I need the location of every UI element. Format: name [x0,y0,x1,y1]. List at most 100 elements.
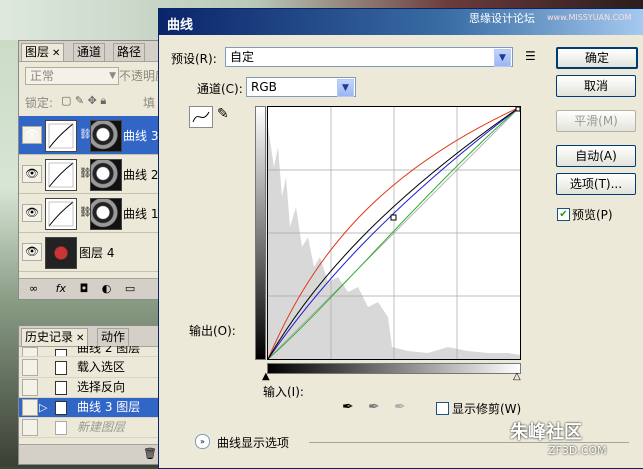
fx-icon[interactable]: fx [56,282,66,295]
history-item[interactable]: 选择反向 [19,378,167,398]
curves-adjustment-icon [45,159,77,191]
ok-button[interactable]: 确定 [556,47,638,69]
tab-paths-label: 路径 [117,45,142,59]
input-gradient [267,363,521,374]
layers-bottom-toolbar: ∞ fx ◘ ◐ ▭ [19,278,167,299]
curve-point-tool[interactable] [189,106,213,128]
curve-control-point[interactable] [390,214,397,221]
snapshot-box[interactable] [22,347,38,356]
title-bar[interactable]: 曲线 思缘设计论坛 www.MISSYUAN.COM [159,9,643,35]
history-panel: 历史记录 ✕ 动作 曲线 2 图层 载入选区 选择反向 ▷ 曲线 3 图层 新建图层… [18,325,168,465]
black-eyedropper-icon[interactable]: ✒ [342,399,354,415]
white-eyedropper-icon[interactable]: ✒ [394,399,406,415]
tab-layers-label: 图层 [25,45,50,59]
layers-tabbar: 图层 ✕ 通道 路径 [19,41,167,62]
history-item-label: 曲线 3 图层 [77,400,141,414]
layer-name: 图层 4 [79,246,115,260]
preview-checkbox[interactable]: ✔ [557,208,570,221]
layer-row[interactable]: 👁︎ ⛓ 曲线 3 [19,116,167,155]
lock-label: 锁定: [25,96,54,110]
history-item-label: 新建图层 [77,420,126,434]
curves-graph[interactable] [267,106,521,360]
history-item[interactable]: 曲线 2 图层 [19,346,167,357]
adjustment-icon[interactable]: ◐ [102,282,112,295]
tab-actions-label: 动作 [101,330,126,344]
layer-row[interactable]: 👁︎ ⛓ 曲线 1 [19,194,167,233]
curves-adjustment-icon [45,198,77,230]
snapshot-box[interactable] [22,379,38,396]
layer-row[interactable]: 👁︎ ⛓ 曲线 2 [19,155,167,194]
layers-panel: 图层 ✕ 通道 路径 正常 ▼ 不透明度 锁定: ▢ ✎ ✥ 🔒︎ 填 👁︎ ⛓ 曲… [18,40,168,300]
curve-endpoint [515,106,521,112]
history-state-icon [55,401,67,415]
eye-icon[interactable]: 👁︎ [22,165,42,183]
channel-value: RGB [251,80,277,94]
layer-name: 曲线 3 [123,129,159,143]
layer-thumbnail [45,237,77,269]
pencil-icon[interactable]: ✎ [217,106,229,122]
options-button[interactable]: 选项(T)... [556,173,636,195]
history-item[interactable]: 载入选区 [19,358,167,378]
history-brush-icon: ▷ [39,401,48,414]
smooth-button[interactable]: 平滑(M) [556,110,636,132]
eye-icon[interactable]: 👁︎ [22,243,42,261]
auto-button[interactable]: 自动(A) [556,145,636,167]
watermark-url: www.MISSYUAN.COM [547,13,632,22]
eye-icon[interactable]: 👁︎ [22,204,42,222]
tab-history-label: 历史记录 [25,330,74,344]
tab-channels[interactable]: 通道 [73,43,106,61]
snapshot-box[interactable] [22,399,38,416]
snapshot-box[interactable] [22,419,38,436]
close-icon[interactable]: ✕ [76,333,84,344]
preset-select[interactable]: 自定 ▼ [225,47,513,67]
history-item[interactable]: ▷ 曲线 3 图层 [19,398,167,418]
dialog-title: 曲线 [167,18,194,33]
history-item-label: 选择反向 [77,380,126,394]
curve-display-options-label[interactable]: 曲线显示选项 [217,434,289,451]
tab-actions[interactable]: 动作 [97,328,130,346]
tab-paths[interactable]: 路径 [113,43,146,61]
fill-label: 填 [143,96,156,110]
eye-icon[interactable]: 👁︎ [22,126,42,144]
history-state-icon [55,421,67,435]
curve-icon [192,111,210,123]
layer-mask-thumbnail[interactable] [90,159,122,191]
show-clipping-label: 显示修剪(W) [452,402,522,416]
chevron-down-icon: ▼ [337,79,354,97]
input-label: 输入(I): [263,385,304,399]
layer-row[interactable]: 👁︎ 图层 4 [19,233,167,272]
folder-icon[interactable]: ▭ [125,282,135,295]
blend-mode-select[interactable]: 正常 ▼ [25,67,119,85]
lock-icons[interactable]: ▢ ✎ ✥ 🔒︎ [61,94,106,108]
history-state-icon [55,381,67,395]
snapshot-box[interactable] [22,359,38,376]
tab-layers[interactable]: 图层 ✕ [21,43,65,61]
expand-chevron-icon[interactable]: » [195,434,210,449]
chevron-down-icon: ▼ [109,71,116,81]
layer-name: 曲线 1 [123,207,159,221]
mask-icon[interactable]: ◘ [80,282,89,295]
history-item[interactable]: 新建图层 [19,418,167,438]
trash-icon[interactable]: 🗑︎ [143,447,157,460]
layer-mask-thumbnail[interactable] [90,198,122,230]
site-logo: 朱峰社区 [510,422,582,443]
cancel-button[interactable]: 取消 [556,75,636,97]
white-point-slider-icon[interactable]: △ [513,371,521,382]
black-point-slider-icon[interactable]: ▲ [262,371,270,382]
site-logo-url: ZF3D.COM [548,444,607,457]
layer-mask-thumbnail[interactable] [90,120,122,152]
history-item-label: 载入选区 [77,360,126,374]
close-icon[interactable]: ✕ [52,48,60,59]
blend-mode-value: 正常 [30,69,55,83]
preset-label: 预设(R): [171,52,217,66]
tab-channels-label: 通道 [77,45,102,59]
preset-options-icon[interactable]: ☰ [525,49,536,63]
curves-adjustment-icon [45,120,77,152]
channel-select[interactable]: RGB ▼ [246,77,356,97]
link-layers-icon[interactable]: ∞ [29,282,38,295]
history-state-icon [55,349,67,356]
show-clipping-checkbox[interactable] [436,402,449,415]
history-tabbar: 历史记录 ✕ 动作 [19,326,167,347]
gray-eyedropper-icon[interactable]: ✒ [368,399,380,415]
tab-history[interactable]: 历史记录 ✕ [21,328,89,346]
